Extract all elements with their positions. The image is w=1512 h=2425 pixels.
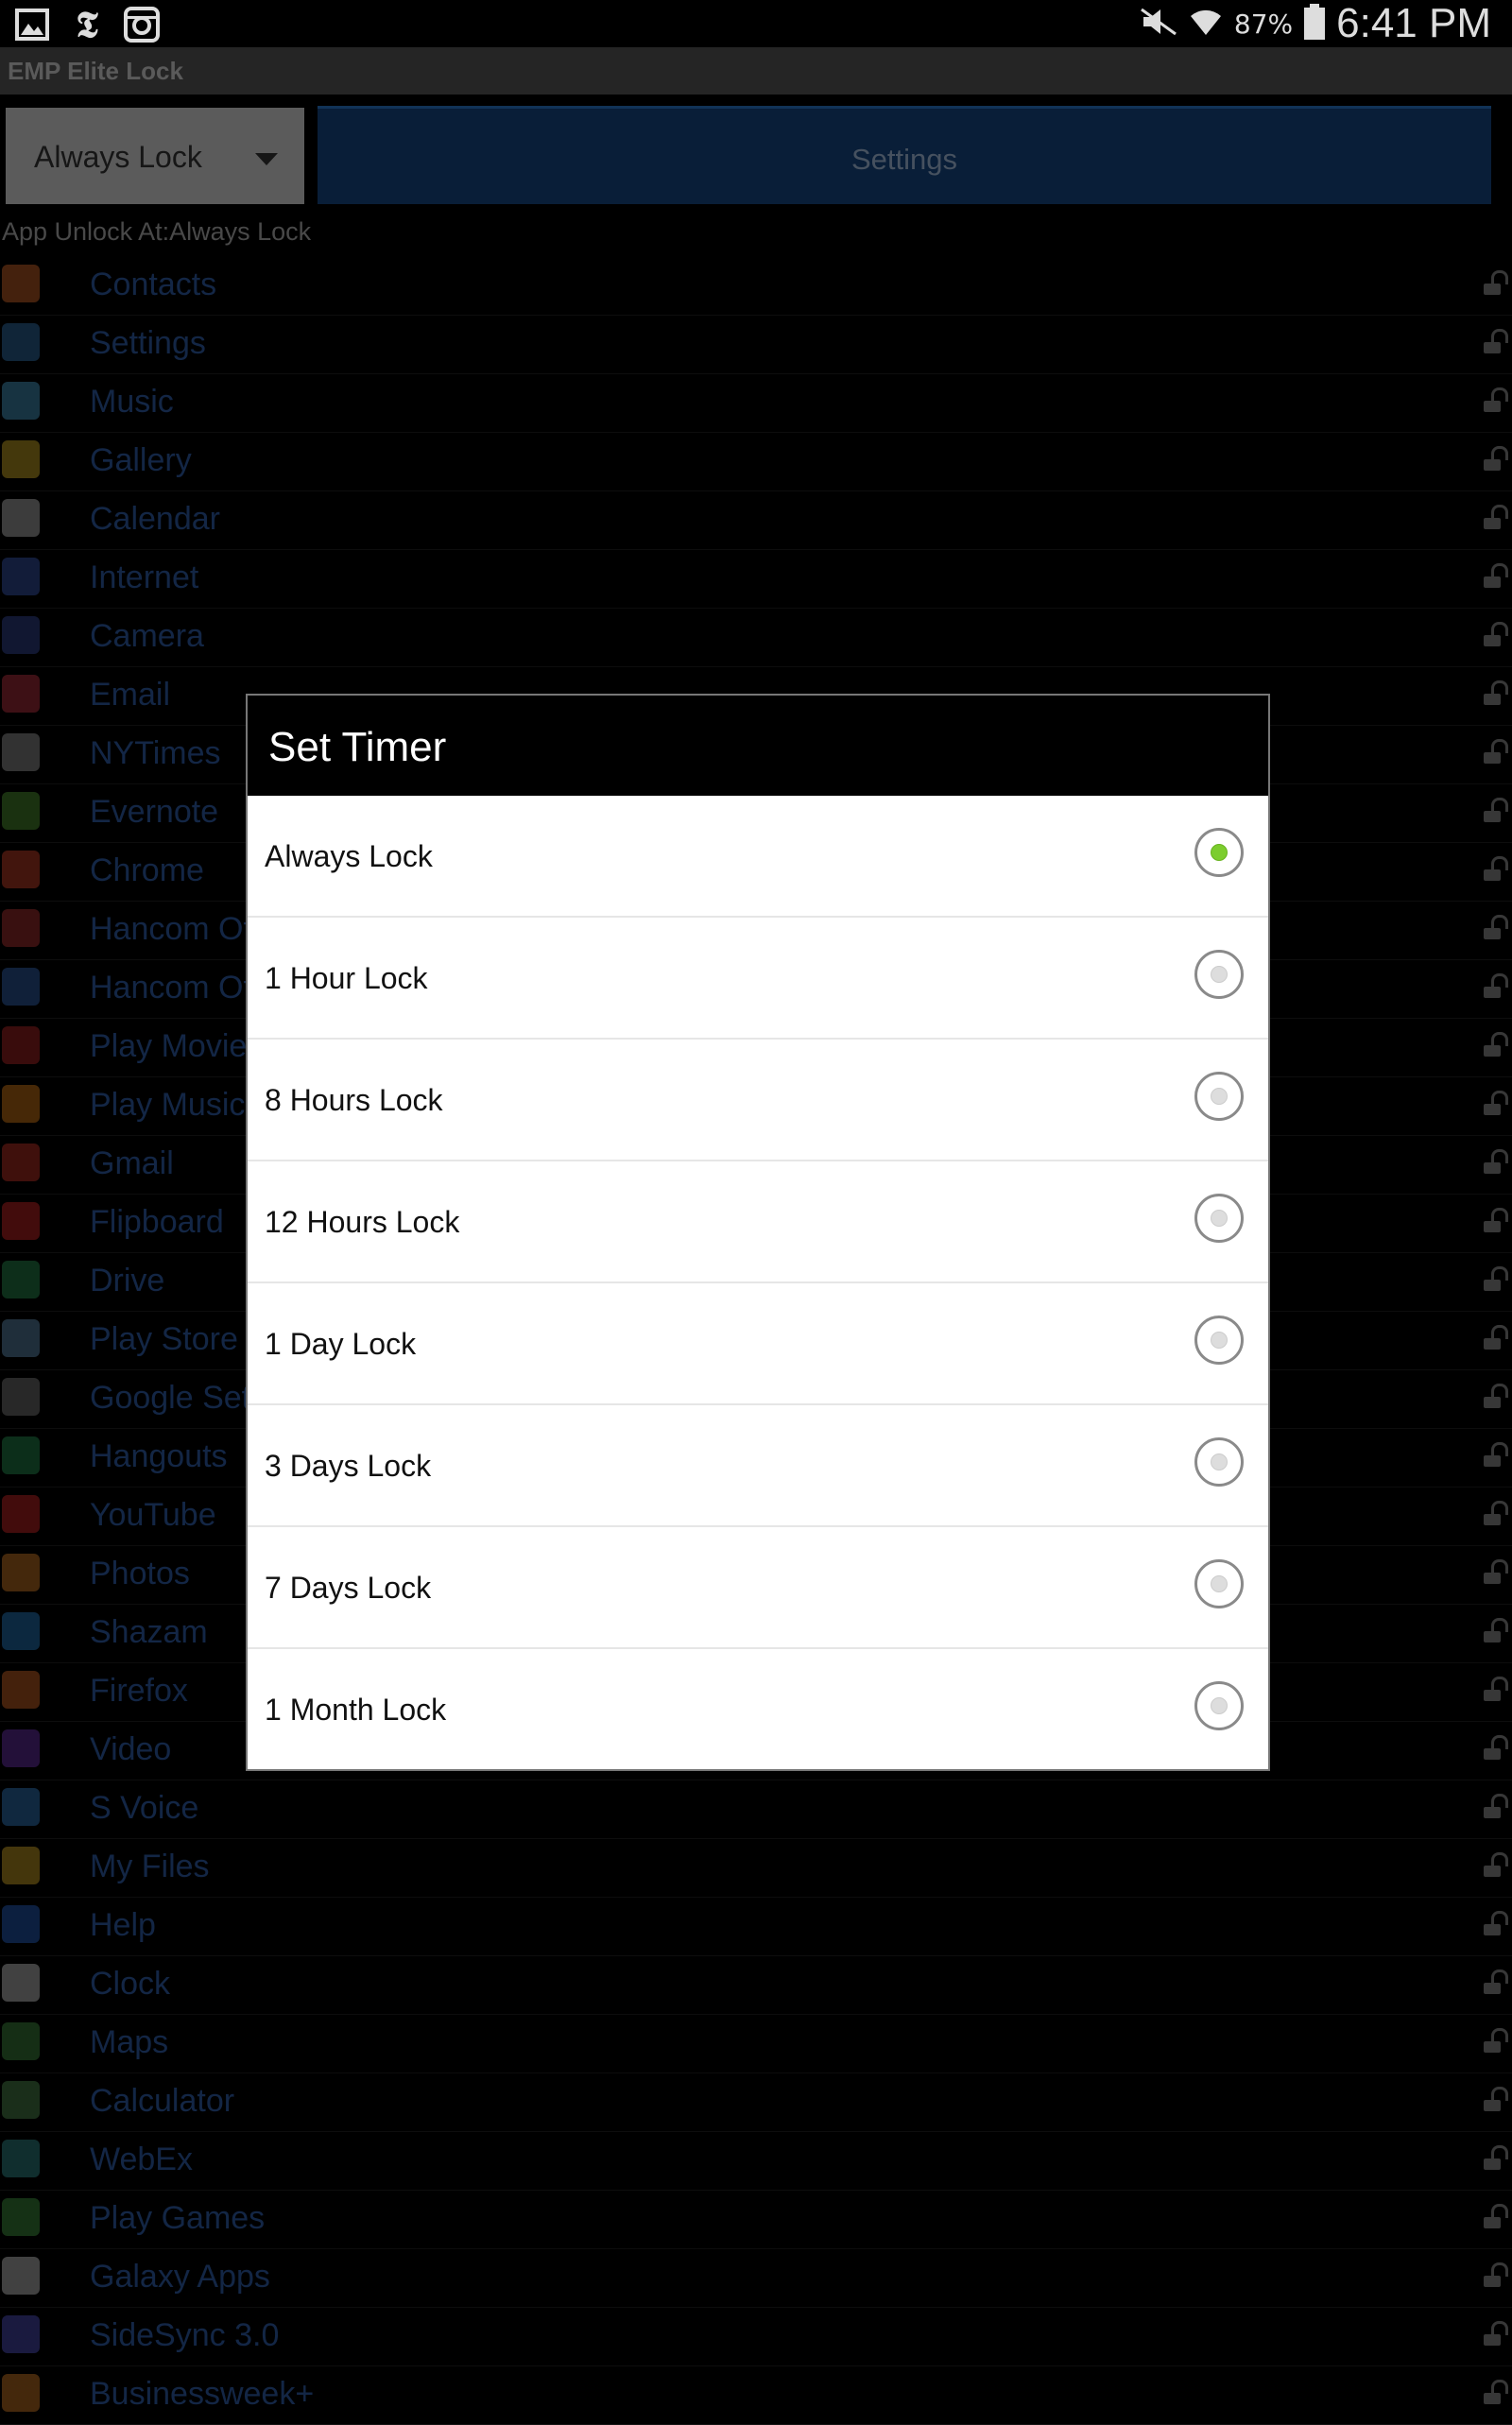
timer-option-label: 3 Days Lock bbox=[265, 1449, 432, 1483]
set-timer-dialog: Set Timer Always Lock 1 Hour Lock 8 Hours … bbox=[246, 694, 1270, 1771]
instagram-icon bbox=[123, 6, 161, 43]
dialog-header: Set Timer bbox=[248, 696, 1268, 796]
radio-button[interactable] bbox=[1194, 1194, 1244, 1243]
timer-option[interactable]: 7 Days Lock bbox=[248, 1527, 1268, 1649]
timer-option[interactable]: 1 Hour Lock bbox=[248, 918, 1268, 1040]
radio-button[interactable] bbox=[1194, 828, 1244, 877]
mute-icon bbox=[1140, 8, 1177, 40]
radio-button[interactable] bbox=[1194, 1559, 1244, 1608]
gallery-icon bbox=[13, 6, 51, 43]
timer-option-label: 1 Month Lock bbox=[265, 1693, 447, 1727]
notification-icons: 𝕿 bbox=[13, 3, 161, 45]
clock-time: 6:41 PM bbox=[1336, 0, 1491, 46]
radio-button[interactable] bbox=[1194, 1316, 1244, 1365]
battery-icon bbox=[1304, 4, 1326, 43]
radio-button[interactable] bbox=[1194, 950, 1244, 999]
radio-button[interactable] bbox=[1194, 1072, 1244, 1121]
timer-option[interactable]: 12 Hours Lock bbox=[248, 1161, 1268, 1283]
nytimes-icon: 𝕿 bbox=[76, 3, 98, 45]
timer-option[interactable]: 8 Hours Lock bbox=[248, 1040, 1268, 1161]
wifi-icon bbox=[1189, 7, 1223, 41]
timer-option-label: 1 Hour Lock bbox=[265, 961, 428, 995]
timer-option-label: 1 Day Lock bbox=[265, 1327, 417, 1361]
system-status: 87% 6:41 PM bbox=[1140, 0, 1491, 47]
timer-option[interactable]: Always Lock bbox=[248, 796, 1268, 918]
timer-option-label: 8 Hours Lock bbox=[265, 1083, 443, 1117]
radio-button[interactable] bbox=[1194, 1681, 1244, 1730]
status-bar: 𝕿 87% 6:41 PM bbox=[0, 0, 1512, 47]
timer-option[interactable]: 1 Day Lock bbox=[248, 1283, 1268, 1405]
timer-option-label: 12 Hours Lock bbox=[265, 1205, 460, 1239]
battery-percent: 87% bbox=[1233, 8, 1294, 40]
timer-options: Always Lock 1 Hour Lock 8 Hours Lock 12 Hou… bbox=[248, 796, 1268, 1771]
timer-option[interactable]: 1 Month Lock bbox=[248, 1649, 1268, 1771]
timer-option-label: Always Lock bbox=[265, 839, 433, 873]
timer-option-label: 7 Days Lock bbox=[265, 1571, 432, 1605]
timer-option[interactable]: 3 Days Lock bbox=[248, 1405, 1268, 1527]
dialog-title: Set Timer bbox=[268, 724, 447, 770]
radio-button[interactable] bbox=[1194, 1437, 1244, 1487]
